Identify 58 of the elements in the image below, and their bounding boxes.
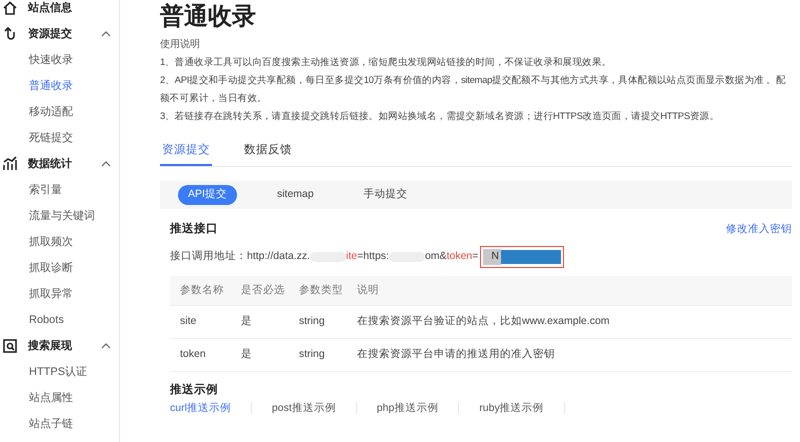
sidebar-group[interactable]: 数据统计 <box>0 151 119 177</box>
instruction-text: 1、普通收录工具可以向百度搜索主动推送资源，缩短爬虫发现网站链接的时间，不保证收录和展现效果。 <box>160 56 612 70</box>
table-cell-text: string <box>299 314 326 330</box>
table-cell-text: site <box>179 314 198 330</box>
column-header: 说明 <box>357 282 380 298</box>
url-text: =https: <box>357 249 389 264</box>
url-label: 接口调用地址： <box>170 249 247 264</box>
example-tab[interactable]: php推送示例 <box>376 402 460 414</box>
sidebar-item[interactable]: 抓取异常 <box>0 281 119 307</box>
change-key-link[interactable]: 修改准入密钥 <box>726 222 792 238</box>
table-cell-text: token <box>179 347 207 362</box>
url-param: token <box>446 249 472 264</box>
home-icon <box>2 0 18 16</box>
sidebar-item[interactable]: 普通收录 <box>0 73 119 99</box>
url-text: http://data.zz. <box>247 249 310 264</box>
table-cell-text: 在搜索资源平台验证的站点，比如www.example.com <box>357 314 611 330</box>
sidebar-item[interactable]: 抓取诊断 <box>0 255 119 281</box>
sidebar-item[interactable]: 站点属性 <box>0 385 119 411</box>
chart-icon <box>2 156 18 172</box>
url-text: = <box>472 249 478 264</box>
sidebar-item[interactable]: Robots <box>0 307 119 333</box>
sidebar-item[interactable]: 站点子链 <box>0 411 119 437</box>
sidebar-item[interactable]: 快速收录 <box>0 47 119 73</box>
token-value: N <box>483 249 501 265</box>
page-title: 普通收录 <box>160 2 257 32</box>
subtab[interactable]: API提交 <box>178 185 237 205</box>
tab[interactable]: 资源提交 <box>160 138 212 166</box>
sidebar-group[interactable]: 站点信息 <box>0 0 119 21</box>
instructions-heading: 使用说明 <box>160 38 201 52</box>
column-header: 参数名称 <box>179 282 225 298</box>
sidebar-item[interactable]: 抓取频次 <box>0 229 119 255</box>
selection-highlight <box>500 250 561 264</box>
sidebar-item[interactable]: 索引量 <box>0 177 119 203</box>
table-cell-text: 在搜索资源平台申请的推送用的准入密钥 <box>357 347 556 362</box>
tab[interactable]: 数据反馈 <box>242 138 294 166</box>
section-heading: 推送示例 <box>168 382 219 398</box>
example-tab[interactable]: curl推送示例 <box>170 402 252 414</box>
sidebar-group[interactable]: 资源提交 <box>0 21 119 47</box>
sidebar-item[interactable]: 移动适配 <box>0 99 119 125</box>
column-header: 参数类型 <box>299 282 344 298</box>
subtab[interactable]: sitemap <box>266 185 324 205</box>
sidebar-group[interactable]: 搜索展现 <box>0 333 119 359</box>
example-tab[interactable]: post推送示例 <box>272 402 357 414</box>
table-cell-text: 是 <box>241 314 253 330</box>
sidebar-item[interactable]: 流量与关键词 <box>0 203 119 229</box>
url-param: ite <box>346 249 358 264</box>
search-icon <box>2 338 18 354</box>
sidebar-item[interactable]: HTTPS认证 <box>0 359 119 385</box>
table-cell-text: 是 <box>241 347 253 362</box>
column-header: 是否必选 <box>241 282 286 298</box>
instruction-text: 2、API提交和手动提交共享配额，每日至多提交10万条有价值的内容，sitemap提交配额不与其他方式共享，具体配额以站点页面显示数据为准 。配额不可累计，当日有效。 <box>160 74 786 106</box>
url-text: om& <box>424 249 447 264</box>
instruction-text: 3、若链接存在跳转关系，请直接提交跳转后链接。如网站换域名，需提交新域名资源；进行HTTPS改造页面，请提交HTTPS资源。 <box>160 110 720 124</box>
example-tab[interactable]: ruby推送示例 <box>479 402 565 414</box>
sidebar-item[interactable]: 死链提交 <box>0 125 119 151</box>
subtab[interactable]: 手动提交 <box>354 185 418 205</box>
section-heading: 推送接口 <box>170 221 218 237</box>
table-cell-text: string <box>299 347 326 362</box>
